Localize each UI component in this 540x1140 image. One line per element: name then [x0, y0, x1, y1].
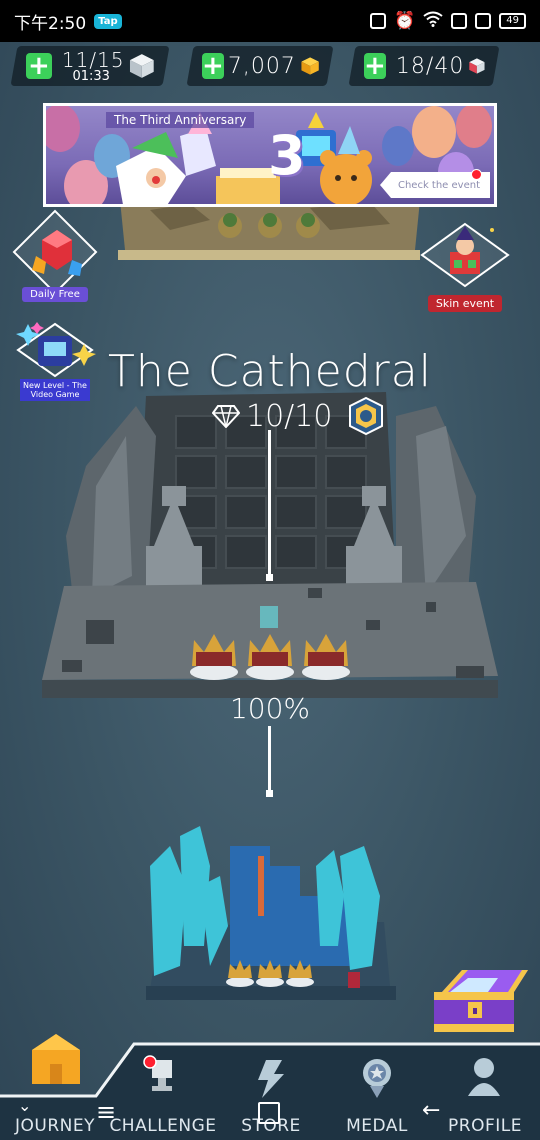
profile-icon: [468, 1058, 500, 1096]
bottom-nav: JOURNEY CHALLENGE STORE MEDAL PROFILE ⌄ …: [0, 1034, 540, 1140]
add-gold-button[interactable]: +: [202, 51, 224, 81]
daily-free-label: Daily Free: [22, 287, 88, 302]
sim-icon: [451, 13, 468, 29]
level-gems-value: 10/10: [246, 398, 333, 434]
battery-icon: 49: [499, 13, 526, 29]
nav-profile[interactable]: PROFILE: [430, 1040, 540, 1140]
skin-event-button[interactable]: Skin event: [420, 222, 510, 312]
banner-title: The Third Anniversary: [106, 112, 255, 128]
energy-cube-icon: [130, 54, 155, 78]
nav-store[interactable]: STORE: [216, 1040, 326, 1140]
nav-challenge-label: CHALLENGE: [109, 1116, 217, 1136]
medal-icon: [363, 1059, 391, 1098]
nav-challenge[interactable]: CHALLENGE: [108, 1040, 218, 1140]
nav-medal-label: MEDAL: [346, 1116, 408, 1136]
add-gems-button[interactable]: +: [364, 51, 386, 81]
system-back-icon[interactable]: ←: [422, 1098, 440, 1123]
heart-cube-icon: [469, 58, 485, 74]
wifi-icon: [423, 11, 443, 32]
path-line-top: [268, 430, 271, 576]
gold-value: 7,007: [227, 53, 296, 79]
jester-icon: [420, 222, 510, 288]
gems-bar[interactable]: + 18/40: [348, 46, 500, 86]
path-node-bottom: [266, 790, 273, 797]
level-progress-percent: 100%: [229, 692, 311, 725]
banner-number: 3: [268, 124, 306, 187]
treasure-chest-icon[interactable]: [428, 962, 534, 1036]
tap-app-icon: Tap: [94, 13, 122, 29]
level-title: The Cathedral: [108, 346, 432, 397]
next-level-platform[interactable]: [140, 826, 402, 1010]
status-bar: 下午2:50 Tap ⏰ 49: [0, 0, 540, 42]
trophy-icon: [143, 1055, 172, 1091]
nav-journey[interactable]: JOURNEY: [0, 1034, 110, 1140]
house-icon: [32, 1034, 80, 1084]
nav-profile-label: PROFILE: [448, 1116, 522, 1136]
energy-bar[interactable]: + 11/15 01:33: [10, 46, 170, 86]
add-energy-button[interactable]: +: [26, 51, 52, 81]
gems-icon: [32, 230, 82, 276]
daily-free-button[interactable]: Daily Free: [12, 209, 98, 302]
lightning-icon: [258, 1060, 284, 1098]
gems-value: 18/40: [395, 53, 465, 79]
sim2-icon: [475, 13, 492, 29]
path-node: [266, 574, 273, 581]
status-time: 下午2:50: [14, 13, 87, 34]
system-down-icon[interactable]: ⌄: [18, 1096, 31, 1115]
system-menu-icon[interactable]: ≡: [96, 1098, 116, 1126]
vibrate-icon: [370, 13, 387, 29]
skin-event-label: Skin event: [427, 295, 503, 312]
alarm-icon: ⏰: [394, 11, 416, 31]
diamond-icon: [212, 405, 240, 428]
nav-journey-label: JOURNEY: [15, 1116, 95, 1136]
gold-cube-icon: [301, 57, 319, 75]
nav-medal[interactable]: MEDAL: [322, 1040, 432, 1140]
medal-badge-icon[interactable]: [348, 396, 384, 436]
energy-value: 11/15: [61, 47, 125, 72]
level-gems-count: 10/10: [212, 396, 384, 436]
path-line-bottom: [268, 726, 271, 792]
anniversary-banner[interactable]: The Third Anniversary 3 Check the event: [43, 103, 497, 207]
gold-bar[interactable]: + 7,007: [186, 46, 334, 86]
system-home-icon[interactable]: [258, 1102, 280, 1124]
notification-dot: [471, 169, 482, 180]
